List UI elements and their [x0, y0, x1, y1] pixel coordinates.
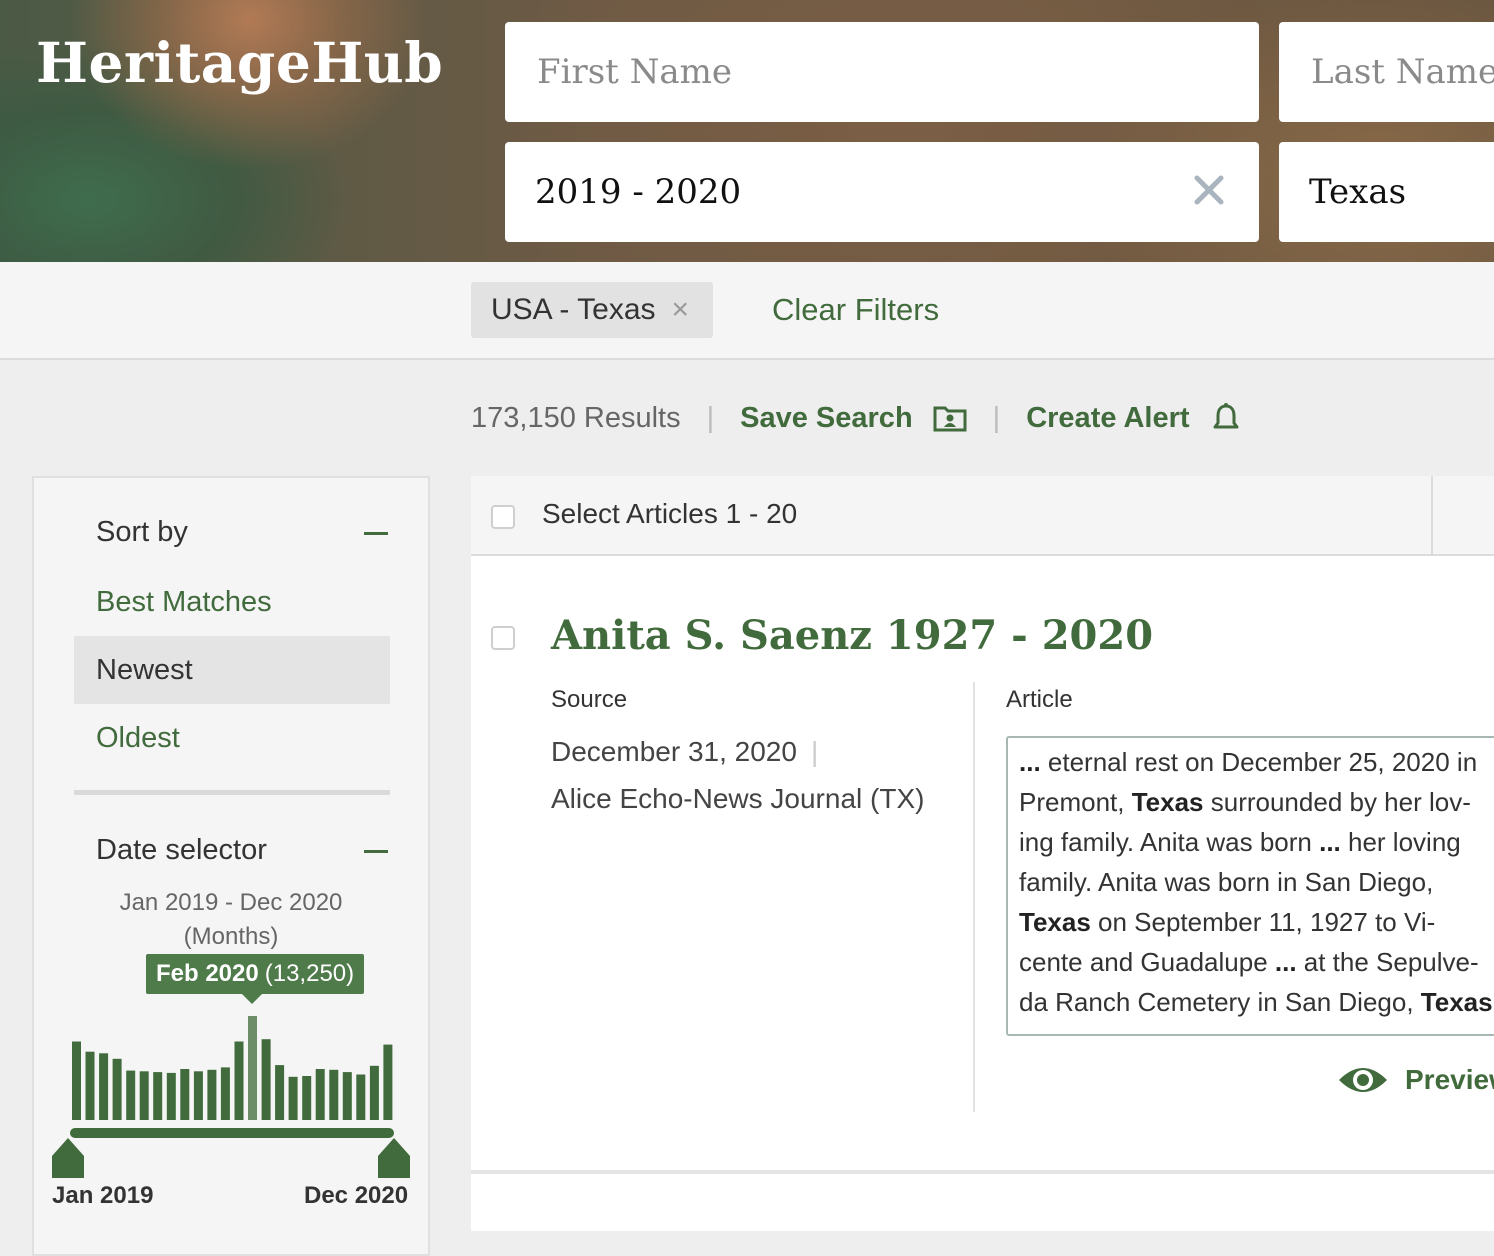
- date-separator: |: [810, 736, 819, 767]
- histogram-bar[interactable]: [356, 1074, 366, 1121]
- first-name-field[interactable]: [505, 22, 1259, 122]
- tooltip-count: (13,250): [264, 960, 355, 987]
- site-logo[interactable]: HeritageHub: [36, 30, 443, 95]
- article-label: Article: [1006, 686, 1073, 713]
- histogram-bar[interactable]: [275, 1065, 285, 1120]
- article-title-link[interactable]: Anita S. Saenz 1927 - 2020: [551, 612, 1153, 659]
- date-histogram[interactable]: [34, 478, 428, 1178]
- snippet-line: da Ranch Cemetery in San Diego, Texas: [1019, 987, 1493, 1017]
- histogram-bar[interactable]: [85, 1051, 95, 1120]
- publish-date: December 31, 2020: [551, 736, 797, 767]
- histogram-bar[interactable]: [126, 1070, 136, 1120]
- histogram-bar[interactable]: [112, 1058, 122, 1120]
- histogram-bar[interactable]: [329, 1069, 339, 1120]
- histogram-bar[interactable]: [315, 1069, 325, 1120]
- histogram-bar[interactable]: [220, 1067, 230, 1120]
- folder-person-icon[interactable]: [933, 404, 967, 432]
- header-divider: [1431, 476, 1433, 556]
- save-search-link[interactable]: Save Search: [740, 402, 913, 435]
- filter-chip-label: USA - Texas: [491, 293, 656, 326]
- histogram-bar[interactable]: [248, 1016, 257, 1120]
- result-card: Anita S. Saenz 1927 - 2020 Source Decemb…: [471, 556, 1494, 1174]
- column-divider: [973, 682, 975, 1112]
- preview-label: Preview: [1405, 1064, 1494, 1095]
- snippet-line: ... eternal rest on December 25, 2020 in: [1019, 747, 1478, 777]
- histogram-tooltip: Feb 2020 (13,250): [146, 954, 365, 1004]
- histogram-bar[interactable]: [288, 1076, 298, 1120]
- histogram-bar[interactable]: [153, 1072, 163, 1120]
- clear-date-icon[interactable]: [1189, 170, 1229, 210]
- publication-name[interactable]: Alice Echo-News Journal (TX): [551, 778, 931, 820]
- snippet-line: Premont, Texas surrounded by her lov-: [1019, 787, 1471, 817]
- date-range-value: 2019 - 2020: [535, 172, 742, 212]
- filter-chip-usa-texas[interactable]: USA - Texas ×: [471, 282, 713, 338]
- first-name-input[interactable]: [535, 51, 1259, 93]
- search-header: HeritageHub 2019 - 2020 Texas: [0, 0, 1494, 262]
- toolbar-separator: |: [706, 401, 715, 434]
- results-count: 173,150 Results: [471, 401, 681, 434]
- slider-start-label: Jan 2019: [52, 1182, 154, 1209]
- location-value: Texas: [1309, 172, 1407, 212]
- slider-end-label: Dec 2020: [304, 1182, 409, 1209]
- histogram-bar[interactable]: [383, 1044, 393, 1120]
- location-field[interactable]: Texas: [1279, 142, 1494, 242]
- slider-end-handle[interactable]: [378, 1138, 410, 1178]
- histogram-bar[interactable]: [302, 1076, 312, 1120]
- remove-filter-icon[interactable]: ×: [672, 293, 690, 327]
- article-snippet[interactable]: ... eternal rest on December 25, 2020 in…: [1006, 736, 1494, 1036]
- date-range-field[interactable]: 2019 - 2020: [505, 142, 1259, 242]
- active-filters-bar: USA - Texas × Clear Filters: [0, 262, 1494, 360]
- snippet-line: cente and Guadalupe ... at the Sepulve-: [1019, 947, 1479, 977]
- create-alert-link[interactable]: Create Alert: [1026, 402, 1189, 435]
- histogram-bar[interactable]: [72, 1041, 81, 1121]
- select-article-checkbox[interactable]: [491, 626, 515, 650]
- histogram-bar[interactable]: [99, 1053, 109, 1120]
- histogram-bar[interactable]: [180, 1069, 190, 1120]
- bell-icon[interactable]: [1210, 402, 1242, 434]
- histogram-bar[interactable]: [342, 1072, 352, 1120]
- clear-filters-link[interactable]: Clear Filters: [772, 292, 939, 328]
- snippet-line: family. Anita was born in San Diego,: [1019, 867, 1434, 897]
- histogram-bar[interactable]: [234, 1041, 244, 1121]
- slider-track[interactable]: [70, 1128, 394, 1138]
- histogram-bar[interactable]: [207, 1069, 217, 1120]
- tooltip-month: Feb 2020: [156, 960, 259, 987]
- histogram-bar[interactable]: [369, 1065, 379, 1120]
- results-list-header: Select Articles 1 - 20: [471, 476, 1494, 556]
- last-name-field[interactable]: [1279, 22, 1494, 122]
- histogram-bar[interactable]: [139, 1071, 149, 1120]
- toolbar-separator: |: [992, 401, 1001, 434]
- preview-button[interactable]: Preview: [1337, 1062, 1494, 1098]
- slider-start-handle[interactable]: [52, 1138, 84, 1178]
- histogram-bar[interactable]: [166, 1072, 176, 1120]
- source-label: Source: [551, 686, 628, 713]
- next-result-card: [471, 1174, 1494, 1231]
- select-articles-label: Select Articles 1 - 20: [542, 498, 798, 529]
- source-date: December 31, 2020 |: [551, 736, 818, 768]
- histogram-bar[interactable]: [261, 1039, 271, 1120]
- filter-sidebar: Sort by Best Matches Newest Oldest Date …: [32, 476, 430, 1256]
- results-toolbar: 173,150 Results | Save Search | Create A…: [471, 398, 1242, 438]
- select-all-checkbox[interactable]: [491, 505, 515, 529]
- histogram-bar[interactable]: [193, 1071, 203, 1120]
- snippet-line: Texas on September 11, 1927 to Vi-: [1019, 907, 1436, 937]
- eye-icon: [1339, 1068, 1387, 1092]
- last-name-input[interactable]: [1309, 51, 1494, 93]
- snippet-line: ing family. Anita was born ... her lovin…: [1019, 827, 1461, 857]
